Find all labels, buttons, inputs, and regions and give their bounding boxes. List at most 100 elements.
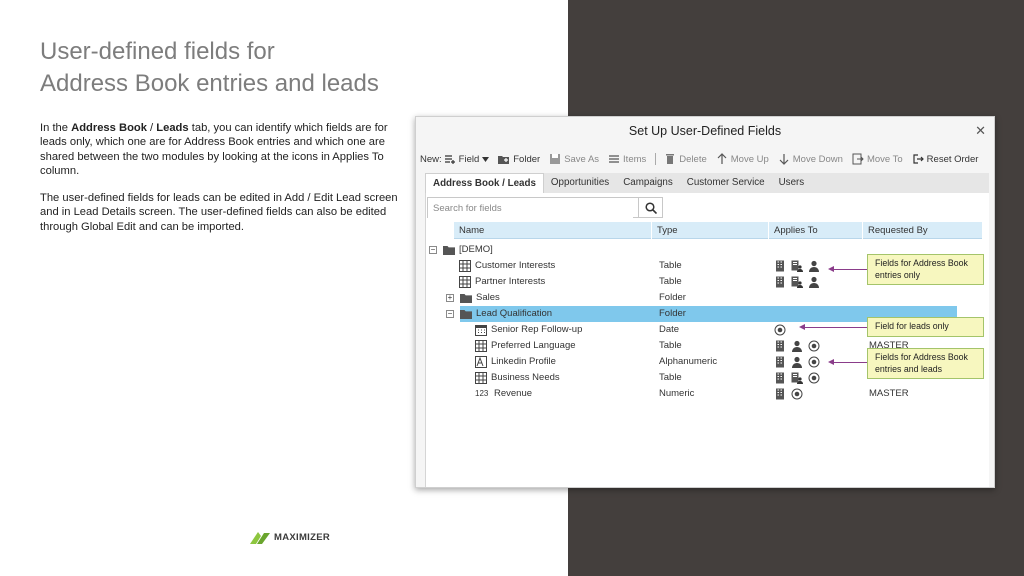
- expand-toggle[interactable]: +: [446, 294, 454, 302]
- lead-icon: [808, 340, 820, 352]
- move-up-label: Move Up: [730, 153, 769, 165]
- field-label: Field: [458, 153, 480, 165]
- intro-paragraph: In the Address Book / Leads tab, you can…: [40, 121, 400, 178]
- applies-to-cell: [774, 322, 786, 338]
- slide-title: User-defined fields for Address Book ent…: [40, 36, 379, 100]
- field-name: Sales: [476, 292, 500, 303]
- collapse-toggle[interactable]: −: [429, 246, 437, 254]
- table-row[interactable]: + Sales Folder: [426, 290, 986, 306]
- contact-icon: [791, 260, 803, 272]
- folder-icon: [460, 308, 472, 320]
- type-cell: Table: [659, 340, 682, 351]
- type-cell: Numeric: [659, 388, 695, 399]
- tab-customer-service[interactable]: Customer Service: [680, 173, 772, 193]
- type-cell: Table: [659, 276, 682, 287]
- close-icon[interactable]: ✕: [975, 123, 986, 139]
- company-icon: [774, 356, 786, 368]
- move-up-button[interactable]: Move Up: [716, 153, 769, 165]
- numeric-icon: 123: [475, 389, 489, 398]
- column-header-name[interactable]: Name: [454, 222, 651, 239]
- items-button[interactable]: Items: [608, 153, 646, 165]
- name-cell: 123 Revenue: [475, 386, 532, 402]
- tab-opportunities[interactable]: Opportunities: [544, 173, 616, 193]
- name-cell: Senior Rep Follow-up: [475, 322, 582, 338]
- logo-text: MAXIMIZER: [274, 531, 331, 543]
- type-cell: Date: [659, 324, 680, 335]
- search-icon: [644, 201, 657, 214]
- field-name: [DEMO]: [459, 244, 493, 255]
- maximizer-logo: MAXIMIZER: [250, 530, 330, 544]
- arrow-line: [833, 362, 867, 363]
- reset-order-button[interactable]: Reset Order: [912, 153, 979, 165]
- company-icon: [774, 276, 786, 288]
- arrow-line: [804, 327, 867, 328]
- applies-to-cell: [774, 354, 820, 370]
- list-icon: [609, 155, 620, 163]
- module-tabs: Address Book / Leads Opportunities Campa…: [425, 173, 989, 193]
- save-as-button[interactable]: Save As: [549, 153, 599, 165]
- table-icon: [475, 372, 487, 384]
- new-label: New:: [420, 153, 442, 165]
- name-cell: Lead Qualification: [460, 306, 552, 322]
- tab-address-book-leads[interactable]: Address Book / Leads: [425, 173, 544, 193]
- collapse-toggle[interactable]: −: [446, 310, 454, 318]
- contact-icon: [791, 276, 803, 288]
- field-name: Revenue: [494, 388, 533, 399]
- column-header-applies-to[interactable]: Applies To: [768, 222, 862, 239]
- toolbar: New: Field Folder Save As Items Delete M…: [420, 150, 987, 168]
- fields-panel: Name Type Applies To Requested By − [DEMO…: [425, 193, 989, 487]
- name-cell: Partner Interests: [459, 274, 545, 290]
- chevron-down-icon: [482, 156, 490, 162]
- type-cell: Folder: [659, 292, 686, 303]
- type-cell: Table: [659, 260, 682, 271]
- move-to-icon: [852, 153, 864, 165]
- para1-pre: In the: [40, 122, 72, 134]
- edit-paragraph: The user-defined fields for leads can be…: [40, 192, 398, 233]
- slide-title-line1: User-defined fields for: [40, 38, 275, 65]
- para1-mid: /: [146, 122, 157, 134]
- table-icon: [459, 260, 471, 272]
- save-icon: [550, 154, 561, 164]
- save-as-label: Save As: [564, 153, 600, 165]
- search-input[interactable]: [428, 199, 633, 218]
- person-icon: [808, 276, 820, 288]
- company-icon: [774, 372, 786, 384]
- lead-icon: [791, 388, 803, 400]
- field-name: Customer Interests: [475, 260, 556, 271]
- move-down-button[interactable]: Move Down: [778, 153, 843, 165]
- maximizer-logo-mark-icon: [250, 532, 270, 544]
- field-name: Preferred Language: [491, 340, 576, 351]
- applies-to-cell: [774, 274, 820, 290]
- reset-order-label: Reset Order: [926, 153, 979, 165]
- field-name: Business Needs: [491, 372, 560, 383]
- company-icon: [774, 388, 786, 400]
- para1-bold-address-book: Address Book: [71, 122, 147, 134]
- person-icon: [791, 356, 803, 368]
- new-field-button[interactable]: Field: [444, 153, 490, 165]
- column-header-type[interactable]: Type: [651, 222, 768, 239]
- callout-leads-only: Field for leads only: [867, 317, 984, 337]
- alphanumeric-icon: [475, 356, 487, 368]
- tab-campaigns[interactable]: Campaigns: [616, 173, 680, 193]
- delete-label: Delete: [679, 153, 707, 165]
- new-folder-button[interactable]: Folder: [498, 153, 540, 165]
- move-to-button[interactable]: Move To: [852, 153, 903, 165]
- search-box: [427, 197, 663, 218]
- setup-udf-dialog: Set Up User-Defined Fields ✕ New: Field …: [415, 116, 995, 488]
- type-cell: Table: [659, 372, 682, 383]
- table-row[interactable]: 123 Revenue Numeric MASTER: [426, 386, 986, 402]
- company-icon: [774, 260, 786, 272]
- field-name: Lead Qualification: [476, 308, 553, 319]
- tab-users[interactable]: Users: [772, 173, 812, 193]
- lead-icon: [808, 356, 820, 368]
- table-icon: [475, 340, 487, 352]
- search-button[interactable]: [638, 198, 662, 217]
- arrow-up-icon: [717, 153, 727, 164]
- slide-title-line2: Address Book entries and leads: [40, 70, 379, 97]
- name-cell: Customer Interests: [459, 258, 555, 274]
- type-cell: Folder: [659, 308, 686, 319]
- callout-both: Fields for Address Book entries and lead…: [867, 348, 984, 379]
- delete-button[interactable]: Delete: [664, 153, 707, 165]
- column-header-requested-by[interactable]: Requested By: [862, 222, 982, 239]
- contact-icon: [791, 372, 803, 384]
